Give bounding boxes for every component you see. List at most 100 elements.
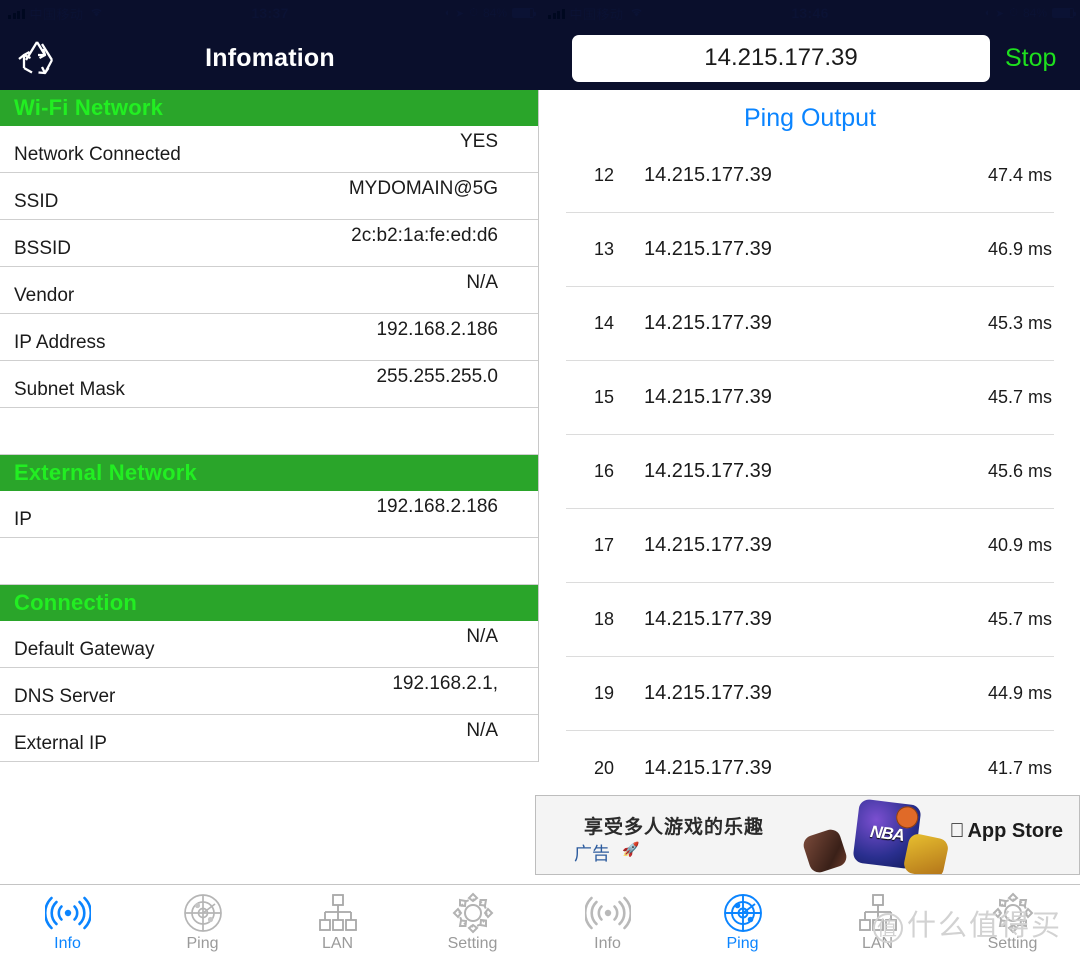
radar-icon	[178, 891, 228, 935]
wifi-signal-icon	[43, 891, 93, 935]
tab-setting[interactable]: Setting	[945, 885, 1080, 953]
list-item[interactable]: 18 14.215.177.39 45.7 ms	[566, 583, 1054, 657]
tab-info[interactable]: Info	[540, 885, 675, 953]
radar-icon-svg	[183, 894, 222, 932]
list-item[interactable]: 12 14.215.177.39 47.4 ms	[566, 139, 1054, 213]
tab-label: LAN	[321, 935, 354, 952]
alarm-clock-icon: ⏱	[469, 6, 478, 19]
row-key: Subnet Mask	[14, 379, 125, 400]
section-title: External Network	[14, 460, 197, 485]
ad-app-icon-3	[902, 832, 950, 874]
ping-index: 13	[593, 239, 614, 259]
row-key: External IP	[14, 733, 107, 754]
row-value: 192.168.2.186	[376, 496, 498, 517]
table-row[interactable]: Default Gateway N/A	[0, 621, 538, 668]
ping-output-list[interactable]: 12 14.215.177.39 47.4 ms 13 14.215.177.3…	[540, 139, 1080, 805]
row-value: 192.168.2.186	[376, 319, 498, 340]
ping-host: 14.215.177.39	[644, 164, 772, 186]
ping-host: 14.215.177.39	[644, 238, 772, 260]
row-value: 255.255.255.0	[376, 366, 498, 387]
network-tree-icon-svg	[318, 894, 357, 931]
alarm-clock-icon: ⏱	[1009, 6, 1018, 19]
ping-index: 16	[593, 461, 614, 481]
gear-icon-svg	[452, 892, 493, 934]
ping-latency: 47.4 ms	[987, 165, 1052, 185]
status-bar-right-group: ◖ ➤ ⏱ 84%	[443, 6, 536, 20]
app-store-button[interactable]:  App Store	[949, 820, 1063, 843]
rotation-lock-icon: ◖	[443, 7, 451, 19]
info-table: Wi-Fi Network Network Connected YES SSID…	[0, 90, 539, 762]
host-input[interactable]	[572, 34, 990, 82]
stop-button[interactable]: Stop	[1005, 44, 1056, 73]
battery-icon	[512, 8, 536, 18]
ad-inner: 享受多人游戏的乐趣 广告 🚀 NBA  App Store	[536, 796, 1079, 874]
ping-host: 14.215.177.39	[644, 756, 772, 779]
ad-headline: 享受多人游戏的乐趣	[584, 816, 765, 838]
gear-icon	[448, 891, 498, 935]
radar-icon-svg	[723, 894, 762, 932]
ping-host: 14.215.177.39	[644, 312, 772, 334]
info-navbar: Infomation	[0, 26, 540, 90]
list-item[interactable]: 13 14.215.177.39 46.9 ms	[566, 213, 1054, 287]
tab-bar-right: Info Ping LAN Setting 值 什么值得买	[540, 884, 1080, 960]
table-row-empty	[0, 538, 538, 585]
ad-banner[interactable]: 享受多人游戏的乐趣 广告 🚀 NBA  App Store	[535, 795, 1080, 875]
apple-logo-icon: 	[949, 820, 964, 843]
radar-icon	[718, 891, 768, 935]
row-value: MYDOMAIN@5G	[348, 178, 498, 199]
rotation-lock-icon: ◖	[983, 7, 991, 19]
list-item[interactable]: 19 14.215.177.39 44.9 ms	[566, 657, 1054, 731]
ping-index: 17	[593, 535, 614, 555]
list-item[interactable]: 14 14.215.177.39 45.3 ms	[566, 287, 1054, 361]
tab-setting[interactable]: Setting	[405, 885, 540, 953]
ping-latency: 45.7 ms	[987, 387, 1052, 407]
battery-percent-label: 84%	[1022, 6, 1047, 20]
tab-label: Setting	[987, 935, 1038, 952]
table-row[interactable]: IP Address 192.168.2.186	[0, 314, 538, 361]
list-item[interactable]: 16 14.215.177.39 45.6 ms	[566, 435, 1054, 509]
ping-index: 12	[593, 165, 614, 185]
row-value: N/A	[466, 626, 498, 647]
ping-latency: 46.9 ms	[987, 239, 1052, 259]
ping-latency: 44.9 ms	[987, 683, 1052, 703]
table-row[interactable]: BSSID 2c:b2:1a:fe:ed:d6	[0, 220, 538, 267]
tab-label: Info	[54, 935, 81, 952]
wifi-signal-icon	[583, 891, 633, 935]
ping-latency: 45.3 ms	[987, 313, 1052, 333]
row-key: IP Address	[14, 332, 106, 353]
table-row[interactable]: Subnet Mask 255.255.255.0	[0, 361, 538, 408]
recycle-refresh-icon[interactable]	[12, 34, 64, 84]
tab-ping[interactable]: Ping	[135, 885, 270, 953]
row-value: YES	[459, 131, 498, 152]
network-tree-icon	[853, 891, 903, 935]
list-item[interactable]: 17 14.215.177.39 40.9 ms	[566, 509, 1054, 583]
tab-lan[interactable]: LAN	[270, 885, 405, 953]
tab-lan[interactable]: LAN	[810, 885, 945, 953]
row-value: N/A	[466, 720, 498, 741]
ping-latency: 45.7 ms	[987, 609, 1052, 629]
ping-navbar: Stop	[540, 26, 1080, 90]
table-row[interactable]: External IP N/A	[0, 715, 538, 762]
section-header-external-network: External Network	[0, 455, 538, 491]
ping-host: 14.215.177.39	[644, 682, 772, 704]
info-screen: 中国移动 13:37 ◖ ➤ ⏱ 84% Infomation Wi-Fi Ne…	[0, 0, 540, 960]
ping-index: 15	[593, 387, 614, 407]
ping-index: 20	[593, 757, 614, 778]
table-row[interactable]: Network Connected YES	[0, 126, 538, 173]
table-row[interactable]: SSID MYDOMAIN@5G	[0, 173, 538, 220]
row-value: 192.168.2.1,	[392, 673, 498, 694]
gear-icon-svg	[992, 892, 1033, 934]
row-key: Vendor	[14, 285, 75, 306]
wifi-signal-icon-svg	[584, 896, 631, 930]
table-row[interactable]: Vendor N/A	[0, 267, 538, 314]
wifi-signal-icon-svg	[44, 896, 91, 930]
table-row[interactable]: IP 192.168.2.186	[0, 491, 538, 538]
tab-ping[interactable]: Ping	[675, 885, 810, 953]
tab-info[interactable]: Info	[0, 885, 135, 953]
row-key: DNS Server	[14, 686, 116, 707]
gear-icon	[988, 891, 1038, 935]
table-row[interactable]: DNS Server 192.168.2.1,	[0, 668, 538, 715]
list-item[interactable]: 20 14.215.177.39 41.7 ms	[566, 731, 1054, 805]
battery-percent-label: 84%	[482, 6, 507, 20]
list-item[interactable]: 15 14.215.177.39 45.7 ms	[566, 361, 1054, 435]
